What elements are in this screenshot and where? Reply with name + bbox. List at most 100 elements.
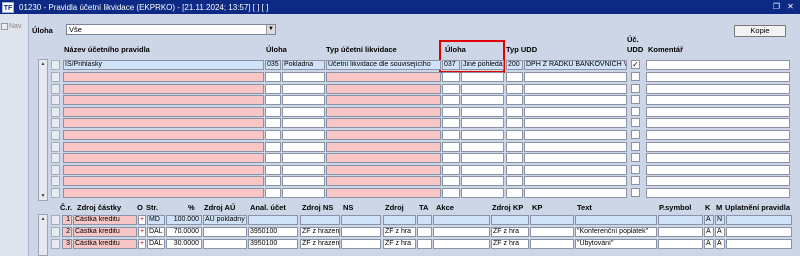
rule-typ-udd-code-cell[interactable] [506,118,523,129]
line-kp-cell[interactable] [530,227,574,237]
rule-uloha2-name-cell[interactable] [461,164,504,175]
rule-komentar-cell[interactable] [646,106,790,117]
line-text-cell[interactable]: "Ubytování" [575,239,657,249]
rule-typ-udd-code-cell[interactable] [506,83,523,94]
rule-komentar-cell[interactable] [646,95,790,106]
line-cr-cell[interactable]: 1 [62,215,72,225]
rule-uloha2-name-cell[interactable] [461,176,504,187]
rule-uloha2-code-cell[interactable] [442,83,460,94]
line-zdroj-au-cell[interactable] [203,239,247,249]
rule-uloha-name-cell[interactable] [282,130,325,140]
rule-typ-cell[interactable] [326,118,441,129]
rule-uloha-code-cell[interactable] [265,130,281,140]
rule-typ-udd-code-cell[interactable] [506,188,523,198]
row-selector[interactable] [51,141,60,152]
line-zdroj-kp-cell[interactable] [491,215,529,225]
rule-typ-udd-name-cell[interactable] [524,176,627,187]
rule-uloha-code-cell[interactable] [265,95,281,106]
rule-uloha-name-cell[interactable] [282,176,325,187]
line-uplatneni-cell[interactable] [726,239,792,249]
line-akce-cell[interactable] [433,215,490,225]
line-psymbol-cell[interactable] [658,215,703,225]
rule-name-cell[interactable] [63,176,264,187]
rule-uloha-code-cell[interactable] [265,153,281,164]
line-zdroj-au-cell[interactable] [203,227,247,237]
line-anal-ucet-cell[interactable]: 3950100 [248,227,298,237]
rule-uloha-code-cell[interactable] [265,106,281,117]
rule-komentar-cell[interactable] [646,176,790,187]
rule-uloha-code-cell[interactable] [265,188,281,198]
rule-uloha-code-cell[interactable] [265,83,281,94]
row-selector[interactable] [51,176,60,187]
rule-typ-udd-name-cell[interactable]: DPH Z ŘÁDKŮ BANKOVNÍCH V [524,60,627,70]
rule-uloha2-code-cell[interactable] [442,118,460,129]
rule-typ-cell[interactable]: Účetní likvidace dle souvisejícího [326,60,441,70]
rule-name-cell[interactable] [63,72,264,82]
line-uplatneni-cell[interactable] [726,215,792,225]
line-str-cell[interactable]: DAL [147,227,165,237]
rule-name-cell[interactable] [63,188,264,198]
line-o-cell[interactable]: + [138,239,146,249]
line-pct-cell[interactable]: 70.0000 [166,227,202,237]
rule-uloha-name-cell[interactable] [282,72,325,82]
line-akce-cell[interactable] [433,227,490,237]
rule-name-cell[interactable] [63,95,264,106]
row-selector[interactable] [51,60,60,70]
rule-uloha2-name-cell[interactable] [461,83,504,94]
uc-udd-checkbox[interactable] [631,164,640,174]
kopie-button[interactable]: Kopie [734,25,786,37]
rule-uloha2-code-cell[interactable]: 037 [442,60,460,70]
line-ta-cell[interactable] [417,239,432,249]
rule-name-cell[interactable] [63,106,264,117]
uc-udd-checkbox[interactable] [631,176,640,186]
rule-uloha2-code-cell[interactable] [442,188,460,198]
rule-typ-cell[interactable] [326,83,441,94]
restore-icon[interactable]: ❐ [771,1,782,12]
row-selector[interactable] [51,83,60,94]
rules-scrollbar[interactable]: ▲ ▼ [38,59,48,201]
rule-uloha2-name-cell[interactable] [461,130,504,140]
uc-udd-checkbox[interactable] [631,106,640,116]
rule-komentar-cell[interactable] [646,118,790,129]
rule-typ-udd-code-cell[interactable] [506,95,523,106]
rule-name-cell[interactable] [63,141,264,152]
rule-typ-cell[interactable] [326,153,441,164]
chevron-down-icon[interactable]: ▼ [266,25,275,34]
line-o-cell[interactable]: + [138,227,146,237]
rule-typ-cell[interactable] [326,72,441,82]
line-zdroj-castky-cell[interactable]: Částka kreditu [73,215,137,225]
line-str-cell[interactable]: DAL [147,239,165,249]
rule-typ-udd-name-cell[interactable] [524,164,627,175]
rule-uloha2-code-cell[interactable] [442,130,460,140]
rule-uloha-name-cell[interactable] [282,95,325,106]
scroll-up-icon[interactable]: ▲ [39,215,47,223]
rule-name-cell[interactable] [63,153,264,164]
line-kp-cell[interactable] [530,239,574,249]
rule-uloha-name-cell[interactable] [282,164,325,175]
rule-uloha-name-cell[interactable] [282,118,325,129]
rule-uloha2-code-cell[interactable] [442,95,460,106]
rule-uloha2-name-cell[interactable] [461,95,504,106]
line-zdroj-castky-cell[interactable]: Částka kreditu [73,227,137,237]
row-selector[interactable] [51,130,60,140]
rule-uloha2-name-cell[interactable]: Jiné pohledá [461,60,504,70]
rule-typ-udd-name-cell[interactable] [524,188,627,198]
row-selector[interactable] [51,106,60,117]
line-zdroj-castky-cell[interactable]: Částka kreditu [73,239,137,249]
rule-uloha2-name-cell[interactable] [461,106,504,117]
lines-scrollbar[interactable]: ▲ [38,214,48,256]
close-icon[interactable]: ✕ [785,1,796,12]
line-text-cell[interactable]: "Konferenční poplatek" [575,227,657,237]
line-zdroj-ns-cell[interactable] [300,215,340,225]
rule-komentar-cell[interactable] [646,83,790,94]
rule-name-cell[interactable]: IS/Prihlasky [63,60,264,70]
uc-udd-checkbox[interactable] [631,83,640,93]
rule-typ-udd-code-cell[interactable]: 200 [506,60,523,70]
line-text-cell[interactable] [575,215,657,225]
row-selector[interactable] [51,72,60,82]
rule-uloha2-name-cell[interactable] [461,153,504,164]
rule-uloha2-code-cell[interactable] [442,153,460,164]
rule-name-cell[interactable] [63,130,264,140]
line-cr-cell[interactable]: 2 [62,227,72,237]
rule-uloha-name-cell[interactable] [282,83,325,94]
